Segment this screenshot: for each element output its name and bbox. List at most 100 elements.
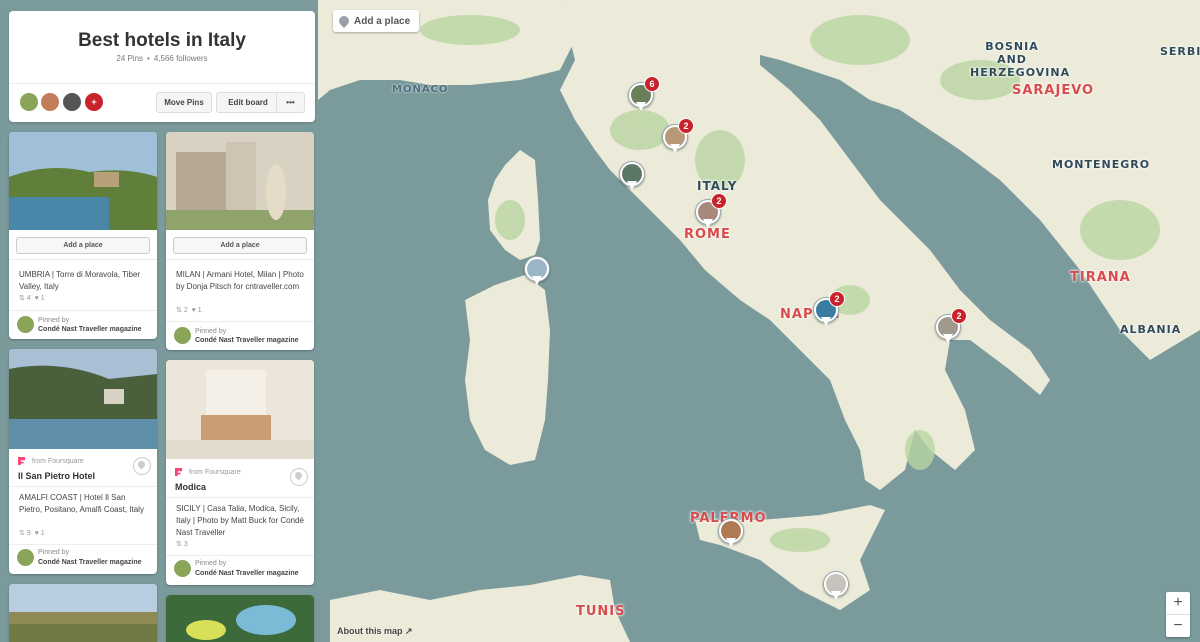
label-montenegro: MONTENEGRO	[1052, 158, 1151, 171]
pinner-avatar[interactable]	[174, 327, 191, 344]
pinner-name[interactable]: Condé Nast Traveller magazine	[38, 559, 141, 566]
label-tunis: TUNIS	[576, 604, 626, 619]
board-meta: 24 Pins • 4,566 followers	[9, 54, 315, 63]
pin-count-badge: 6	[644, 76, 660, 92]
meta-separator: •	[147, 54, 150, 63]
pin-tail	[726, 538, 736, 547]
pinned-by-label: Pinned by	[38, 549, 70, 556]
pin-count-badge: 2	[829, 291, 845, 307]
map-pin[interactable]	[524, 256, 550, 290]
card-divider	[9, 259, 157, 260]
card-divider	[166, 259, 314, 260]
like-count: 1	[197, 307, 202, 314]
map-marker-icon	[336, 13, 352, 29]
map-marker-icon[interactable]	[290, 468, 308, 486]
pin-image	[9, 349, 157, 449]
avatar[interactable]	[20, 93, 38, 111]
zoom-in-button[interactable]: +	[1166, 592, 1190, 614]
about-map-label: About this map	[337, 626, 403, 636]
pins-count[interactable]: 24 Pins	[116, 54, 143, 63]
card-divider	[166, 321, 314, 322]
map-pin[interactable]	[619, 161, 645, 195]
map-pin[interactable]	[823, 571, 849, 605]
avatar[interactable]	[41, 93, 59, 111]
board-title: Best hotels in Italy	[78, 30, 246, 51]
place-name[interactable]: Modica	[175, 482, 206, 492]
pinner-name[interactable]: Condé Nast Traveller magazine	[38, 326, 141, 333]
pinner-avatar[interactable]	[174, 560, 191, 577]
repin-icon: ⇅	[19, 530, 25, 537]
like-icon: ♥	[191, 307, 196, 314]
map-pin[interactable]	[718, 518, 744, 552]
label-bosnia: BOSNIA AND HERZEGOVINA	[970, 40, 1071, 79]
repin-count: 3	[183, 541, 188, 548]
pin-image	[166, 132, 314, 230]
pin-card[interactable]	[9, 584, 157, 642]
pin-card[interactable]: from Foursquare Il San Pietro Hotel AMAL…	[9, 349, 157, 574]
pin-count-badge: 2	[711, 193, 727, 209]
pin-card[interactable]: Add a place UMBRIA | Torre di Moravola, …	[9, 132, 157, 339]
repin-count: 2	[183, 307, 188, 314]
pin-card[interactable]: Add a place MILAN | Armani Hotel, Milan …	[166, 132, 314, 350]
pinned-by-label: Pinned by	[38, 317, 70, 324]
card-divider	[9, 486, 157, 487]
more-options-button[interactable]: •••	[276, 92, 305, 113]
pin-description: AMALFI COAST | Hotel Il San Pietro, Posi…	[19, 493, 144, 514]
pinner-avatar[interactable]	[17, 316, 34, 333]
map-pin[interactable]: 2	[662, 118, 694, 158]
like-count: 1	[40, 295, 45, 302]
avatar[interactable]	[63, 93, 81, 111]
pin-card[interactable]	[166, 595, 314, 642]
label-sarajevo: SARAJEVO	[1012, 83, 1095, 98]
zoom-out-button[interactable]: −	[1166, 614, 1190, 637]
pin-stats: ⇅ 3	[176, 540, 188, 548]
pin-image	[9, 584, 157, 642]
pin-stats: ⇅ 2 ♥ 1	[176, 306, 202, 314]
pinned-by-label: Pinned by	[195, 560, 227, 567]
foursquare-icon	[18, 457, 25, 465]
pin-description: MILAN | Armani Hotel, Milan | Photo by D…	[176, 270, 304, 291]
map-pin[interactable]: 2	[935, 308, 967, 348]
pin-tail	[670, 144, 680, 153]
label-tirana: TIRANA	[1070, 270, 1131, 285]
map-add-place-button[interactable]: Add a place	[333, 10, 420, 32]
pin-count-badge: 2	[951, 308, 967, 324]
map-pin[interactable]: 2	[813, 291, 845, 331]
pin-tail	[532, 276, 542, 285]
add-collaborator-button[interactable]: +	[85, 93, 103, 111]
add-place-button[interactable]: Add a place	[173, 237, 307, 254]
map-add-place-label: Add a place	[354, 15, 411, 27]
pinner-name[interactable]: Condé Nast Traveller magazine	[195, 337, 298, 344]
move-pins-button[interactable]: Move Pins	[156, 92, 212, 113]
followers-count[interactable]: 4,566 followers	[154, 54, 208, 63]
repin-count: 4	[26, 295, 31, 302]
pin-description: UMBRIA | Torre di Moravola, Tiber Valley…	[19, 270, 141, 291]
edit-board-button[interactable]: Edit board	[216, 92, 280, 113]
external-link-icon: ↗	[405, 626, 413, 636]
map-pin[interactable]: 6	[628, 76, 660, 116]
map-pin[interactable]: 2	[695, 193, 727, 233]
label-italy: ITALY	[697, 179, 738, 193]
pin-tail	[703, 219, 713, 228]
about-map-link[interactable]: About this map ↗	[337, 626, 413, 637]
card-divider	[166, 555, 314, 556]
source-label: from Foursquare	[189, 469, 241, 476]
pinner-avatar[interactable]	[17, 549, 34, 566]
repin-icon: ⇅	[176, 541, 182, 548]
place-name[interactable]: Il San Pietro Hotel	[18, 471, 95, 481]
map-marker-icon[interactable]	[133, 457, 151, 475]
repin-count: 9	[26, 530, 31, 537]
foursquare-icon	[175, 468, 182, 476]
header-divider	[9, 83, 315, 84]
like-icon: ♥	[34, 530, 39, 537]
zoom-control: + −	[1166, 592, 1190, 637]
pin-image	[166, 595, 314, 642]
card-divider	[166, 497, 314, 498]
repin-icon: ⇅	[176, 307, 182, 314]
like-icon: ♥	[34, 295, 39, 302]
pinner-name[interactable]: Condé Nast Traveller magazine	[195, 570, 298, 577]
pin-image	[166, 360, 314, 459]
pin-card[interactable]: from Foursquare Modica SICILY | Casa Tal…	[166, 360, 314, 585]
add-place-button[interactable]: Add a place	[16, 237, 150, 254]
pin-stats: ⇅ 9 ♥ 1	[19, 529, 45, 537]
